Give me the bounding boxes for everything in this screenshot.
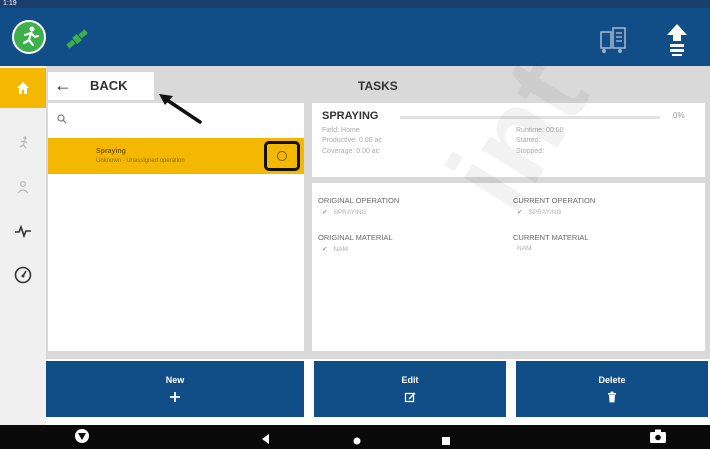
recents-nav-icon[interactable] — [442, 432, 450, 450]
sidebar-item-home[interactable] — [0, 68, 46, 108]
delete-task-button[interactable]: Delete — [516, 361, 708, 417]
check-icon: ✔ — [322, 246, 328, 253]
upload-icon[interactable] — [660, 20, 694, 58]
original-material-value: ✔ NAM — [322, 245, 348, 253]
original-material-text: NAM — [333, 246, 348, 253]
trash-icon — [608, 391, 616, 403]
satellite-icon[interactable] — [62, 24, 92, 54]
sidebar-item-operation[interactable] — [0, 124, 46, 162]
original-operation-label: ORIGINAL OPERATION — [318, 196, 400, 205]
original-operation-value: ✔ SPRAYING — [322, 208, 367, 216]
task-name: Spraying — [96, 148, 126, 155]
field-text: Field: Home — [322, 127, 360, 134]
back-label: BACK — [90, 78, 128, 93]
person-icon — [17, 180, 29, 194]
sidebar — [0, 66, 46, 425]
sidebar-item-activity[interactable] — [0, 212, 46, 250]
home-icon — [17, 82, 29, 94]
task-title: SPRAYING — [322, 110, 379, 122]
sidebar-item-operator[interactable] — [0, 168, 46, 206]
back-arrow-icon: ← — [54, 75, 72, 95]
edit-icon — [404, 392, 416, 403]
search-icon[interactable] — [56, 112, 68, 124]
sidebar-item-performance[interactable] — [0, 256, 46, 294]
coverage-text: Coverage: 0.00 ac — [322, 148, 380, 155]
original-material-label: ORIGINAL MATERIAL — [318, 233, 393, 242]
edit-button-label: Edit — [401, 375, 419, 385]
camera-icon[interactable] — [650, 429, 666, 448]
task-select-radio[interactable] — [277, 151, 287, 161]
back-nav-icon[interactable] — [262, 431, 270, 449]
current-material-text: NAM — [517, 245, 532, 252]
current-material-value: NAM — [517, 245, 531, 252]
progress-percent: 0% — [673, 111, 685, 120]
task-subtitle: Unknown · Unassigned operation — [96, 158, 185, 164]
pulse-icon — [15, 224, 31, 238]
status-time: 1:19 — [3, 0, 17, 7]
productive-text: Productive: 0.00 ac — [322, 137, 382, 144]
check-icon: ✔ — [322, 209, 328, 216]
speedometer-icon — [14, 266, 32, 284]
home-nav-icon[interactable] — [353, 432, 361, 450]
running-person-icon[interactable] — [12, 20, 46, 54]
vendor-logo-icon[interactable] — [74, 428, 90, 449]
status-bar: 1:19 — [0, 0, 710, 8]
delete-button-label: Delete — [598, 375, 626, 385]
machine-icon[interactable] — [596, 22, 632, 56]
new-task-button[interactable]: New — [46, 361, 304, 417]
current-material-label: CURRENT MATERIAL — [513, 233, 589, 242]
new-button-label: New — [165, 375, 185, 385]
pointer-arrow-icon — [156, 91, 204, 125]
running-person-icon — [19, 136, 28, 149]
edit-task-button[interactable]: Edit — [314, 361, 506, 417]
plus-icon — [170, 392, 180, 402]
page-title: TASKS — [358, 79, 398, 93]
original-operation-text: SPRAYING — [333, 209, 367, 216]
